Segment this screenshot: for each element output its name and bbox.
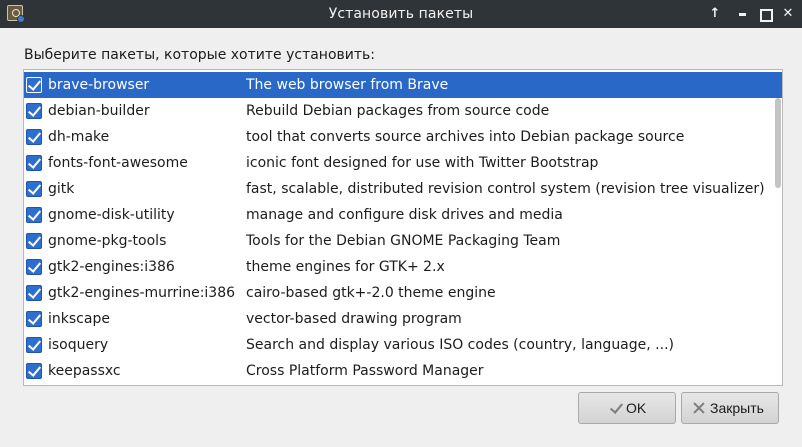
- checkmark-icon: [608, 400, 624, 416]
- package-name: brave-browser: [48, 77, 150, 93]
- close-button-label: Закрыть: [710, 400, 764, 416]
- package-name: inkscape: [48, 311, 110, 327]
- close-x-icon: [691, 400, 707, 416]
- vertical-scrollbar[interactable]: [775, 70, 781, 385]
- package-row[interactable]: inkscape vector-based drawing program: [24, 306, 782, 332]
- maximize-icon[interactable]: [755, 4, 775, 24]
- minimize-icon[interactable]: [733, 4, 753, 24]
- package-checkbox[interactable]: [26, 311, 42, 327]
- package-list[interactable]: brave-browser The web browser from Brave d…: [23, 69, 783, 386]
- package-description: Tools for the Debian GNOME Packaging Tea…: [246, 233, 561, 249]
- package-checkbox[interactable]: [26, 77, 42, 93]
- package-checkbox[interactable]: [26, 155, 42, 171]
- package-name: gnome-pkg-tools: [48, 233, 167, 249]
- package-description: Search and display various ISO codes (co…: [246, 337, 674, 353]
- scrollbar-thumb[interactable]: [775, 98, 781, 188]
- package-description: The web browser from Brave: [246, 77, 449, 93]
- package-checkbox[interactable]: [26, 233, 42, 249]
- arrow-up-icon[interactable]: ↑: [705, 4, 725, 24]
- package-name: fonts-font-awesome: [48, 155, 188, 171]
- package-row[interactable]: gitk fast, scalable, distributed revision…: [24, 176, 782, 202]
- package-name: dh-make: [48, 129, 110, 145]
- package-description: Rebuild Debian packages from source code: [246, 103, 550, 119]
- package-description: tool that converts source archives into …: [246, 129, 685, 145]
- package-name: debian-builder: [48, 103, 150, 119]
- package-row[interactable]: isoquery Search and display various ISO c…: [24, 332, 782, 358]
- close-icon[interactable]: ✕: [778, 4, 798, 24]
- package-description: vector-based drawing program: [246, 311, 462, 327]
- package-checkbox[interactable]: [26, 129, 42, 145]
- package-row[interactable]: fonts-font-awesome iconic font designed f…: [24, 150, 782, 176]
- package-row[interactable]: gnome-pkg-tools Tools for the Debian GNOM…: [24, 228, 782, 254]
- package-row[interactable]: gnome-disk-utility manage and configure d…: [24, 202, 782, 228]
- package-description: iconic font designed for use with Twitte…: [246, 155, 599, 171]
- package-checkbox[interactable]: [26, 103, 42, 119]
- package-name: gnome-disk-utility: [48, 207, 175, 223]
- package-checkbox[interactable]: [26, 181, 42, 197]
- instruction-label: Выберите пакеты, которые хотите установи…: [24, 47, 375, 63]
- ok-button[interactable]: OK: [578, 392, 676, 424]
- package-name: isoquery: [48, 337, 109, 353]
- package-name: gtk2-engines:i386: [48, 259, 175, 275]
- window-title: Установить пакеты: [328, 6, 474, 22]
- package-checkbox[interactable]: [26, 207, 42, 223]
- close-button[interactable]: Закрыть: [681, 392, 779, 424]
- package-checkbox[interactable]: [26, 337, 42, 353]
- package-row[interactable]: brave-browser The web browser from Brave: [24, 72, 782, 98]
- ok-button-label: OK: [626, 400, 647, 416]
- package-row[interactable]: gtk2-engines-murrine:i386 cairo-based gtk…: [24, 280, 782, 306]
- title-bar[interactable]: Установить пакеты ↑ ✕: [0, 0, 802, 28]
- package-name: gtk2-engines-murrine:i386: [48, 285, 236, 301]
- package-row[interactable]: debian-builder Rebuild Debian packages fr…: [24, 98, 782, 124]
- package-description: fast, scalable, distributed revision con…: [246, 181, 765, 197]
- package-description: manage and configure disk drives and med…: [246, 207, 563, 223]
- package-description: Cross Platform Password Manager: [246, 363, 484, 379]
- package-description: cairo-based gtk+-2.0 theme engine: [246, 285, 496, 301]
- package-row[interactable]: keepassxc Cross Platform Password Manager: [24, 358, 782, 384]
- package-row[interactable]: dh-make tool that converts source archive…: [24, 124, 782, 150]
- package-checkbox[interactable]: [26, 259, 42, 275]
- package-name: gitk: [48, 181, 75, 197]
- package-row[interactable]: gtk2-engines:i386 theme engines for GTK+ …: [24, 254, 782, 280]
- package-checkbox[interactable]: [26, 363, 42, 379]
- package-description: theme engines for GTK+ 2.x: [246, 259, 445, 275]
- package-name: keepassxc: [48, 363, 121, 379]
- package-checkbox[interactable]: [26, 285, 42, 301]
